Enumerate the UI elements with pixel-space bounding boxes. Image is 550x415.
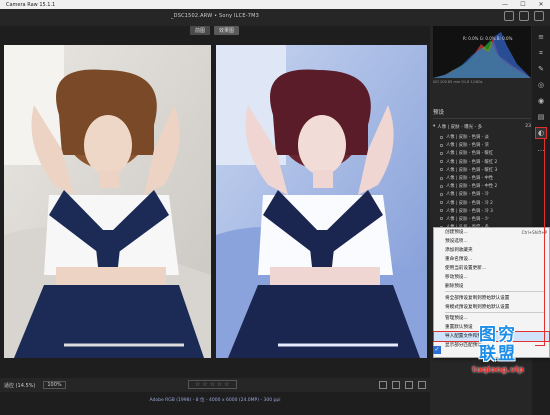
preset-label: 人像 | 皮肤 - 色调 - 浓 — [446, 143, 489, 149]
menu-item-update[interactable]: 使用当前设置更新... — [434, 264, 549, 273]
menu-item-copy-all[interactable]: 将全部预设复制到原始默认设置 — [434, 293, 549, 302]
preset-checkbox[interactable] — [440, 209, 443, 213]
preset-item[interactable]: 人像 | 皮肤 - 色调 - 冷 — [440, 190, 532, 198]
menu-item-delete[interactable]: 删除预设 — [434, 281, 549, 290]
annotation-line — [535, 345, 545, 346]
maximize-button[interactable]: ☐ — [514, 0, 532, 9]
preset-checkbox[interactable] — [440, 176, 443, 180]
preset-checkbox[interactable] — [440, 168, 443, 172]
snapshot-icon[interactable]: ▤ — [536, 112, 546, 122]
zoom-percent-select[interactable]: 100% — [43, 381, 66, 389]
preset-label: 人像 | 皮肤 - 色调 - 暖红 3 — [446, 167, 498, 173]
menu-divider — [445, 291, 545, 293]
watermark-title: 图穷 联盟 — [479, 325, 517, 364]
view-toggle-bar: 前图 效果图 — [0, 26, 430, 37]
preset-group-count: 23 — [525, 124, 531, 129]
preset-label: 人像 | 皮肤 - 色调 - 中性 2 — [446, 184, 498, 190]
before-photo — [4, 45, 211, 358]
crop-icon[interactable]: ⌗ — [536, 48, 546, 58]
preset-item[interactable]: 人像 | 皮肤 - 色调 - 浓 — [440, 141, 532, 149]
copy-settings-icon[interactable] — [405, 381, 413, 389]
preset-label: 人像 | 皮肤 - 色调 - 暖红 2 — [446, 159, 498, 165]
preset-label: 人像 | 皮肤 - 色调 - 暖红 — [446, 151, 494, 157]
bottom-toolbar: 适应 (14.5%) 100% ☆ ☆ ☆ ☆ ☆ — [0, 378, 430, 392]
minimize-button[interactable]: — — [496, 0, 514, 9]
camera-info: ISO 200 85 mm f/1.8 1/160s — [433, 80, 483, 84]
preset-checkbox[interactable] — [440, 135, 443, 139]
preset-item[interactable]: 人像 | 皮肤 - 色调 - 暖红 3 — [440, 166, 532, 174]
workflow-options-link[interactable]: Adobe RGB (1998) - 8 位 - 4000 x 6000 (24… — [0, 397, 430, 407]
histogram: R: 0.0% G: 0.0% B: 0.0% — [433, 26, 531, 78]
preset-checkbox[interactable] — [440, 192, 443, 196]
preset-item[interactable]: 人像 | 皮肤 - 色调 - 冷 2 — [440, 199, 532, 207]
preset-item[interactable]: 人像 | 皮肤 - 色调 - 少 — [440, 215, 532, 223]
rating-stars[interactable]: ☆ ☆ ☆ ☆ ☆ — [188, 380, 237, 389]
preset-checkbox[interactable] — [440, 184, 443, 188]
presets-panel-title: 预设 — [433, 110, 445, 116]
swap-icon[interactable] — [392, 381, 400, 389]
edit-icon[interactable]: ≡ — [536, 32, 546, 42]
preset-label: 人像 | 皮肤 - 色调 - 淡 — [446, 135, 489, 141]
toggle-icon[interactable] — [418, 381, 426, 389]
menu-item-label: 创建预设... — [445, 230, 468, 236]
preset-label: 人像 | 皮肤 - 色调 - 冷 3 — [446, 208, 493, 214]
zoom-label[interactable]: 适应 (14.5%) — [0, 382, 35, 389]
settings-icon[interactable] — [534, 11, 544, 21]
presets-icon[interactable]: ◐ — [535, 127, 547, 139]
preset-item[interactable]: 人像 | 皮肤 - 色调 - 暖红 2 — [440, 158, 532, 166]
before-view-button[interactable]: 前图 — [190, 26, 211, 35]
chevron-down-icon: ▾ — [433, 124, 436, 129]
menu-item-manage[interactable]: 管理预设... — [434, 314, 549, 323]
after-view-button[interactable]: 效果图 — [214, 26, 240, 35]
preset-checkbox[interactable] — [440, 201, 443, 205]
preset-checkbox[interactable] — [440, 217, 443, 221]
preset-item[interactable]: 人像 | 皮肤 - 色调 - 冷 3 — [440, 207, 532, 215]
heal-icon[interactable]: ✎ — [536, 64, 546, 74]
menu-item-create-preset[interactable]: 创建预设... Ctrl+Shift+P — [434, 228, 549, 237]
window-titlebar: Camera Raw 15.1.1 — ☐ ✕ — [0, 0, 550, 9]
preset-group-header[interactable]: ▾ 人像 | 皮肤 - 曝光 - 多 23 — [433, 122, 531, 131]
preset-item[interactable]: 人像 | 皮肤 - 色调 - 淡 — [440, 133, 532, 141]
preset-checkbox[interactable] — [440, 151, 443, 155]
file-name: _DSC1502.ARW • Sony ILCE-7M3 — [170, 13, 260, 19]
app-title: Camera Raw 15.1.1 — [6, 1, 56, 8]
after-photo — [216, 45, 427, 358]
preset-item[interactable]: 人像 | 皮肤 - 色调 - 中性 — [440, 174, 532, 182]
preset-label: 人像 | 皮肤 - 色调 - 中性 — [446, 176, 494, 182]
mask-icon[interactable]: ◎ — [536, 80, 546, 90]
preset-checkbox[interactable] — [440, 160, 443, 164]
annotation-line — [544, 139, 545, 345]
preset-checkbox[interactable] — [440, 143, 443, 147]
compare-icon[interactable] — [379, 381, 387, 389]
divider — [433, 118, 531, 119]
watermark-logo: 图穷 联盟 tuqiong.vip — [468, 325, 528, 375]
fullscreen-icon[interactable] — [519, 11, 529, 21]
menu-item-rename[interactable]: 重命名预设... — [434, 255, 549, 264]
preset-label: 人像 | 皮肤 - 色调 - 少 — [446, 216, 489, 222]
preset-item[interactable]: 人像 | 皮肤 - 色调 - 中性 2 — [440, 182, 532, 190]
preset-item[interactable]: 人像 | 皮肤 - 色调 - 暖红 — [440, 149, 532, 157]
preset-group-name: 人像 | 皮肤 - 曝光 - 多 — [437, 124, 483, 130]
menu-item-add-favorite[interactable]: 添加到收藏夹 — [434, 246, 549, 255]
close-button[interactable]: ✕ — [532, 0, 550, 9]
menu-divider — [445, 312, 545, 314]
menu-item-move[interactable]: 移动预设... — [434, 272, 549, 281]
watermark-url: tuqiong.vip — [472, 365, 524, 374]
menu-item-preset-options[interactable]: 预设选项... — [434, 237, 549, 246]
preset-label: 人像 | 皮肤 - 色调 - 冷 — [446, 192, 489, 198]
save-icon[interactable] — [504, 11, 514, 21]
histogram-readout: R: 0.0% G: 0.0% B: 0.0% — [463, 36, 513, 41]
document-header: _DSC1502.ARW • Sony ILCE-7M3 — [0, 9, 550, 26]
menu-item-copy-mode[interactable]: 将模式预设复制到原始默认设置 — [434, 302, 549, 311]
checkmark-icon: ✓ — [433, 346, 441, 354]
redeye-icon[interactable]: ◉ — [536, 96, 546, 106]
preset-label: 人像 | 皮肤 - 色调 - 冷 2 — [446, 200, 493, 206]
